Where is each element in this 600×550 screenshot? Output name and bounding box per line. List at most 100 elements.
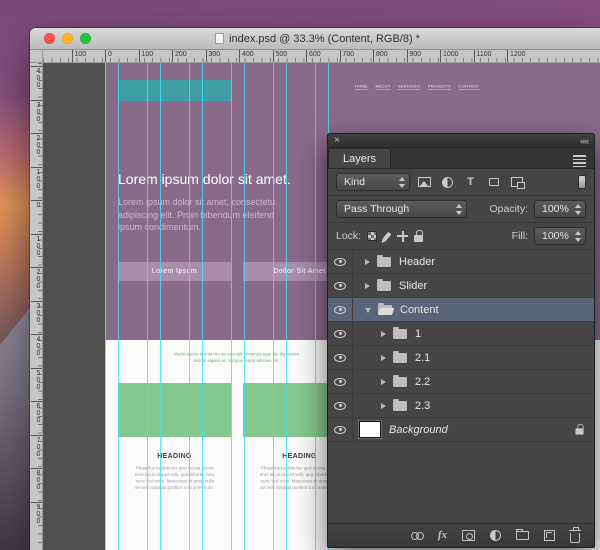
opacity-select[interactable]: 100%: [534, 200, 586, 218]
window-titlebar[interactable]: index.psd @ 33.3% (Content, RGB/8) *: [30, 28, 600, 50]
horizontal-ruler[interactable]: 1000100200300400500600700800900100011001…: [43, 50, 600, 63]
link-layers-icon[interactable]: [411, 532, 423, 540]
panel-collapse-icon[interactable]: ««: [580, 136, 588, 146]
filter-adjustment-layers-icon[interactable]: [439, 174, 456, 191]
disclosure-triangle-icon[interactable]: [365, 283, 370, 289]
panel-bottom-toolbar: fx: [328, 523, 594, 547]
design-card-heading: HEADING: [118, 453, 231, 460]
lock-pixels-icon[interactable]: [383, 231, 392, 240]
disclosure-triangle-icon[interactable]: [365, 259, 370, 265]
eye-icon: [334, 258, 346, 266]
layer-row-1[interactable]: 1: [328, 322, 594, 346]
visibility-toggle[interactable]: [328, 418, 353, 441]
filter-type-layers-icon[interactable]: T: [462, 174, 479, 191]
lock-row: Lock: Fill: 100%: [328, 223, 594, 250]
layer-name: Slider: [399, 280, 427, 292]
group-folder-open-icon: [378, 305, 392, 315]
eye-icon: [334, 426, 346, 434]
lock-position-icon[interactable]: [397, 231, 408, 242]
ruler-label: 400: [31, 66, 42, 89]
layer-name: Content: [400, 304, 439, 316]
vertical-ruler[interactable]: 4003002001000100200300400500600700800900: [30, 63, 43, 550]
ruler-origin-corner[interactable]: [30, 50, 43, 63]
design-hero-heading: Lorem ipsum dolor sit amet.: [118, 171, 291, 187]
layer-name: 2.2: [415, 376, 430, 388]
panel-titlebar[interactable]: × ««: [328, 134, 594, 148]
blend-mode-select[interactable]: Pass Through: [336, 200, 467, 218]
ruler-label: 300: [31, 301, 42, 324]
layer-row-2-1[interactable]: 2.1: [328, 346, 594, 370]
filter-smart-object-icon[interactable]: [508, 174, 525, 191]
eye-icon: [334, 330, 346, 338]
ruler-label: 300: [31, 100, 42, 123]
visibility-toggle[interactable]: [328, 370, 353, 393]
filter-shape-layers-icon[interactable]: [485, 174, 502, 191]
new-adjustment-layer-icon[interactable]: [490, 530, 501, 541]
layer-name: Header: [399, 256, 435, 268]
disclosure-triangle-icon[interactable]: [365, 308, 371, 313]
dropdown-arrows-icon: [575, 231, 582, 242]
ruler-label: 400: [239, 50, 254, 63]
layer-name: 2.1: [415, 352, 430, 364]
delete-layer-icon[interactable]: [570, 533, 580, 543]
filter-pixel-layers-icon[interactable]: [416, 174, 433, 191]
disclosure-triangle-icon[interactable]: [381, 355, 386, 361]
tab-layers[interactable]: Layers: [328, 148, 391, 168]
eye-icon: [334, 378, 346, 386]
layer-row-header[interactable]: Header: [328, 250, 594, 274]
visibility-toggle[interactable]: [328, 274, 353, 297]
disclosure-triangle-icon[interactable]: [381, 403, 386, 409]
layer-effects-icon[interactable]: fx: [438, 530, 447, 541]
new-layer-icon[interactable]: [544, 530, 555, 541]
visibility-toggle[interactable]: [328, 346, 353, 369]
visibility-toggle[interactable]: [328, 298, 353, 321]
panel-menu-icon[interactable]: [573, 155, 586, 167]
layer-row-slider[interactable]: Slider: [328, 274, 594, 298]
add-layer-mask-icon[interactable]: [462, 530, 475, 541]
visibility-toggle[interactable]: [328, 322, 353, 345]
new-group-icon[interactable]: [516, 531, 529, 540]
disclosure-triangle-icon[interactable]: [381, 331, 386, 337]
filtering-toggle[interactable]: [578, 175, 586, 189]
ruler-label: 200: [31, 133, 42, 156]
design-logo-block: [118, 80, 232, 101]
ruler-label: 800: [373, 50, 388, 63]
design-card-body: Phasellus facilisis leo quis lacinia auc…: [118, 465, 231, 513]
layer-row-2-3[interactable]: 2.3: [328, 394, 594, 418]
layer-row-2-2[interactable]: 2.2: [328, 370, 594, 394]
visibility-toggle[interactable]: [328, 394, 353, 417]
layers-panel: × «« Layers Kind T Pass Through Opacity:…: [327, 133, 595, 548]
ruler-bar: 1000100200300400500600700800900100011001…: [30, 50, 600, 63]
zoom-window-button[interactable]: [80, 33, 91, 44]
panel-close-icon[interactable]: ×: [334, 136, 340, 146]
lock-transparency-icon[interactable]: [367, 231, 377, 241]
ruler-label: 400: [31, 334, 42, 357]
ruler-label: 600: [306, 50, 321, 63]
group-folder-icon: [393, 377, 407, 387]
lock-all-icon[interactable]: [414, 235, 423, 242]
kind-filter-select[interactable]: Kind: [336, 173, 410, 191]
dropdown-arrows-icon: [456, 204, 463, 215]
visibility-toggle[interactable]: [328, 250, 353, 273]
ruler-label: 100: [139, 50, 154, 63]
ruler-label: 600: [31, 401, 42, 424]
layer-name: 1: [415, 328, 421, 340]
ruler-label: 1200: [507, 50, 526, 63]
design-image-placeholder: [118, 383, 231, 437]
eye-icon: [334, 402, 346, 410]
design-section-intro: Morbi auctor lacinia mi nec suscipit. Vi…: [118, 351, 356, 375]
ruler-label: 700: [31, 435, 42, 458]
layer-row-background[interactable]: Background: [328, 418, 594, 442]
ruler-label: 1000: [440, 50, 459, 63]
document-proxy-icon: [215, 33, 224, 44]
panel-tab-bar: Layers: [328, 148, 594, 169]
close-window-button[interactable]: [44, 33, 55, 44]
layer-thumbnail[interactable]: [359, 421, 381, 438]
eye-icon: [334, 306, 346, 314]
layer-row-content[interactable]: Content: [328, 298, 594, 322]
layers-list-empty-area: [328, 442, 594, 523]
fill-select[interactable]: 100%: [534, 227, 586, 245]
ruler-label: 1100: [474, 50, 492, 63]
disclosure-triangle-icon[interactable]: [381, 379, 386, 385]
minimize-window-button[interactable]: [62, 33, 73, 44]
